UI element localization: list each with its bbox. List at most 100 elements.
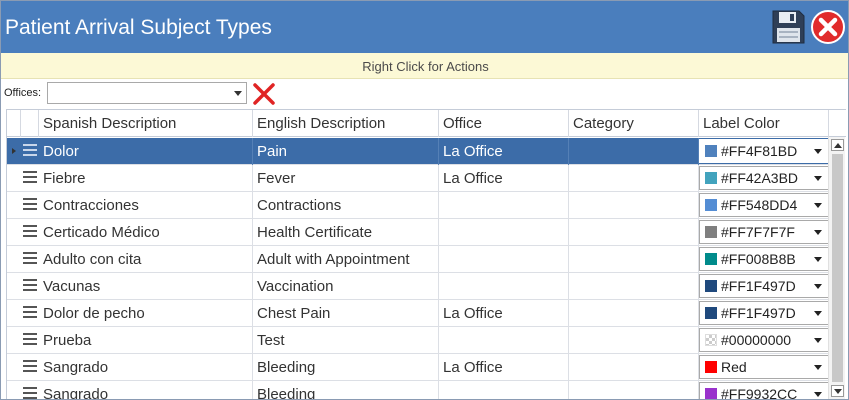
clear-filter-button[interactable]: [251, 81, 277, 107]
offices-dropdown[interactable]: [47, 82, 247, 104]
clear-x-icon: [253, 83, 275, 105]
cell-english-description[interactable]: Bleeding: [253, 381, 439, 399]
cell-spanish-description[interactable]: Sangrado: [39, 354, 253, 381]
cell-office[interactable]: La Office: [439, 300, 569, 327]
table-row[interactable]: Dolor Pain La Office #FF4F81BD: [7, 138, 829, 165]
scroll-thumb[interactable]: [832, 154, 843, 382]
cell-english-description[interactable]: Test: [253, 327, 439, 354]
cell-office[interactable]: [439, 327, 569, 354]
column-header-label-color[interactable]: Label Color: [699, 110, 829, 137]
drag-handle-icon[interactable]: [23, 279, 37, 293]
cell-office[interactable]: La Office: [439, 354, 569, 381]
cell-office[interactable]: La Office: [439, 165, 569, 192]
drag-handle-icon[interactable]: [23, 225, 37, 239]
label-color-dropdown[interactable]: #FF1F497D: [699, 301, 829, 325]
drag-handle-icon[interactable]: [23, 387, 37, 399]
cell-category[interactable]: [569, 273, 699, 300]
label-color-value: Red: [721, 359, 747, 375]
header-indicator-cell: [7, 110, 21, 137]
chevron-down-icon: [814, 203, 822, 208]
cell-category[interactable]: [569, 219, 699, 246]
table-row[interactable]: Adulto con cita Adult with Appointment #FF…: [7, 246, 829, 273]
cell-category[interactable]: [569, 246, 699, 273]
subject-types-grid: Spanish Description English Description …: [6, 109, 846, 400]
cell-english-description[interactable]: Chest Pain: [253, 300, 439, 327]
cell-spanish-description[interactable]: Dolor: [39, 138, 253, 165]
vertical-scrollbar[interactable]: [828, 137, 845, 399]
table-row[interactable]: Sangrado Bleeding #FF9932CC: [7, 381, 829, 400]
cell-office[interactable]: [439, 192, 569, 219]
row-indicator: [7, 381, 21, 399]
cell-english-description[interactable]: Fever: [253, 165, 439, 192]
table-row[interactable]: Dolor de pecho Chest Pain La Office #FF1F49…: [7, 300, 829, 327]
table-row[interactable]: Vacunas Vaccination #FF1F497D: [7, 273, 829, 300]
cell-office[interactable]: [439, 219, 569, 246]
chevron-down-icon: [814, 365, 822, 370]
drag-handle-icon[interactable]: [23, 360, 37, 374]
drag-handle-icon[interactable]: [23, 333, 37, 347]
label-color-dropdown[interactable]: #FF42A3BD: [699, 166, 829, 190]
label-color-dropdown[interactable]: Red: [699, 355, 829, 379]
drag-handle-icon[interactable]: [23, 144, 37, 158]
label-color-dropdown[interactable]: #FF548DD4: [699, 193, 829, 217]
table-row[interactable]: Certicado Médico Health Certificate #FF7F7…: [7, 219, 829, 246]
drag-handle-icon[interactable]: [23, 306, 37, 320]
color-swatch: [705, 226, 717, 238]
cell-category[interactable]: [569, 354, 699, 381]
label-color-dropdown[interactable]: #FF008B8B: [699, 247, 829, 271]
cell-category[interactable]: [569, 300, 699, 327]
column-header-category[interactable]: Category: [569, 110, 699, 137]
cell-spanish-description[interactable]: Sangrado: [39, 381, 253, 399]
cell-spanish-description[interactable]: Certicado Médico: [39, 219, 253, 246]
drag-handle-icon[interactable]: [23, 252, 37, 266]
label-color-dropdown[interactable]: #FF4F81BD: [699, 139, 829, 163]
cell-spanish-description[interactable]: Vacunas: [39, 273, 253, 300]
cell-english-description[interactable]: Adult with Appointment: [253, 246, 439, 273]
cell-english-description[interactable]: Pain: [253, 138, 439, 165]
cell-english-description[interactable]: Health Certificate: [253, 219, 439, 246]
table-row[interactable]: Sangrado Bleeding La Office Red: [7, 354, 829, 381]
close-button[interactable]: [810, 9, 846, 45]
color-swatch: [705, 280, 717, 292]
cell-spanish-description[interactable]: Adulto con cita: [39, 246, 253, 273]
cell-office[interactable]: [439, 273, 569, 300]
cell-spanish-description[interactable]: Contracciones: [39, 192, 253, 219]
cell-category[interactable]: [569, 138, 699, 165]
column-header-english[interactable]: English Description: [253, 110, 439, 137]
label-color-value: #FF008B8B: [721, 251, 796, 267]
cell-english-description[interactable]: Vaccination: [253, 273, 439, 300]
cell-spanish-description[interactable]: Prueba: [39, 327, 253, 354]
table-row[interactable]: Contracciones Contractions #FF548DD4: [7, 192, 829, 219]
drag-handle-icon[interactable]: [23, 171, 37, 185]
label-color-dropdown[interactable]: #FF9932CC: [699, 382, 829, 400]
cell-category[interactable]: [569, 327, 699, 354]
save-button[interactable]: [770, 9, 806, 45]
label-color-value: #FF42A3BD: [721, 170, 799, 186]
label-color-dropdown[interactable]: #00000000: [699, 328, 829, 352]
cell-spanish-description[interactable]: Dolor de pecho: [39, 300, 253, 327]
column-header-office[interactable]: Office: [439, 110, 569, 137]
drag-handle-icon[interactable]: [23, 198, 37, 212]
label-color-dropdown[interactable]: #FF1F497D: [699, 274, 829, 298]
row-indicator: [7, 354, 21, 381]
cell-category[interactable]: [569, 381, 699, 399]
cell-english-description[interactable]: Contractions: [253, 192, 439, 219]
table-row[interactable]: Prueba Test #00000000: [7, 327, 829, 354]
scroll-up-arrow-icon[interactable]: [831, 139, 844, 151]
cell-category[interactable]: [569, 165, 699, 192]
scroll-down-arrow-icon[interactable]: [831, 385, 844, 397]
cell-office[interactable]: [439, 381, 569, 399]
table-row[interactable]: Fiebre Fever La Office #FF42A3BD: [7, 165, 829, 192]
chevron-down-icon: [814, 230, 822, 235]
label-color-value: #FF1F497D: [721, 278, 796, 294]
cell-office[interactable]: [439, 246, 569, 273]
chevron-down-icon: [814, 149, 822, 154]
cell-office[interactable]: La Office: [439, 138, 569, 165]
row-indicator: [7, 219, 21, 246]
column-header-spanish[interactable]: Spanish Description: [39, 110, 253, 137]
label-color-value: #FF9932CC: [721, 386, 798, 400]
cell-english-description[interactable]: Bleeding: [253, 354, 439, 381]
cell-spanish-description[interactable]: Fiebre: [39, 165, 253, 192]
cell-category[interactable]: [569, 192, 699, 219]
label-color-dropdown[interactable]: #FF7F7F7F: [699, 220, 829, 244]
